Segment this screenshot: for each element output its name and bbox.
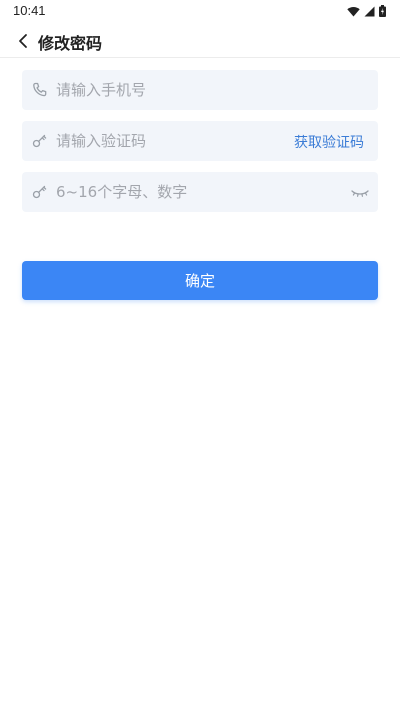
- key-icon: [32, 134, 47, 148]
- change-password-form: 获取验证码: [22, 70, 378, 223]
- password-field: [22, 172, 378, 212]
- status-time: 10:41: [13, 3, 46, 18]
- wifi-icon: [347, 6, 360, 16]
- password-input[interactable]: [56, 172, 296, 212]
- back-button[interactable]: [12, 30, 34, 52]
- code-field: 获取验证码: [22, 121, 378, 161]
- status-icons: [347, 5, 386, 17]
- key-icon: [32, 185, 47, 199]
- page-title: 修改密码: [38, 34, 103, 53]
- get-code-button[interactable]: 获取验证码: [294, 132, 364, 152]
- confirm-button[interactable]: 确定: [22, 261, 378, 300]
- eye-closed-icon[interactable]: [350, 183, 370, 201]
- phone-input[interactable]: [56, 70, 296, 110]
- status-bar: 10:41: [0, 0, 400, 24]
- app-bar: 修改密码: [0, 24, 400, 58]
- signal-icon: [364, 6, 375, 16]
- code-input[interactable]: [56, 121, 296, 161]
- phone-icon: [33, 82, 47, 97]
- phone-field: [22, 70, 378, 110]
- chevron-left-icon: [19, 34, 27, 48]
- battery-icon: [379, 5, 386, 17]
